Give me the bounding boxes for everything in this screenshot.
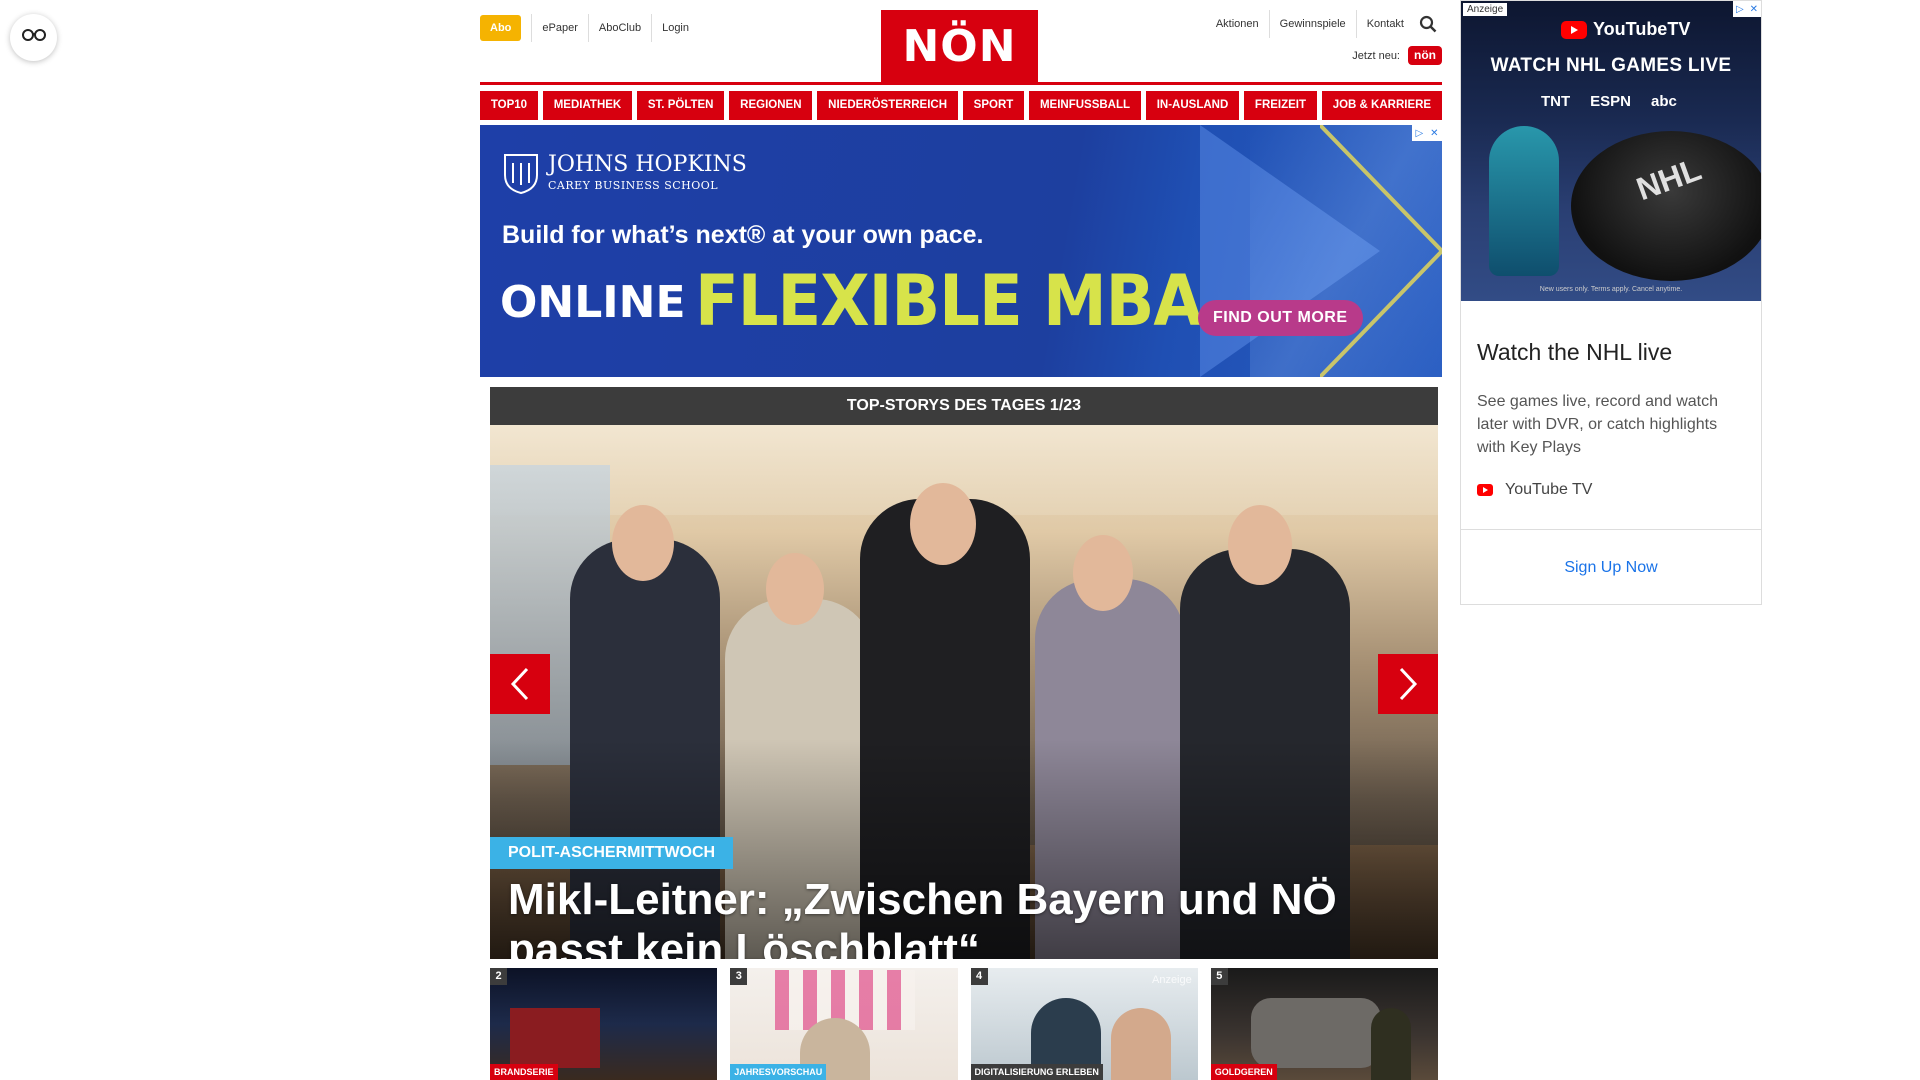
network-logos: TNT ESPN abc <box>1541 93 1677 110</box>
chevron-right-icon <box>1399 667 1418 701</box>
youtube-icon <box>1477 484 1493 496</box>
header-divider <box>480 82 1442 85</box>
carousel-next-button[interactable] <box>1378 654 1438 714</box>
adchoices-icon[interactable]: ▷ ✕ <box>1733 1 1761 17</box>
ad-close-icon[interactable]: ✕ <box>1750 4 1758 15</box>
ad-chevron-decoration <box>1320 125 1442 377</box>
top-stories-header: TOP-STORYS DES TAGES 1/23 <box>490 387 1438 425</box>
ad-close-icon[interactable]: ✕ <box>1430 128 1438 139</box>
ad-online: ONLINE <box>500 277 686 328</box>
nav-item-regionen[interactable]: REGIONEN <box>729 91 813 120</box>
sidebar-ad-headline: WATCH NHL GAMES LIVE <box>1490 55 1732 76</box>
ad-brand-name: JOHNS HOPKINS <box>548 152 747 177</box>
jetzt-neu-badge[interactable]: nön <box>1408 46 1442 65</box>
epaper-link[interactable]: ePaper <box>531 14 587 42</box>
sidebar-ad-brand: YouTube TV <box>1461 459 1761 499</box>
top-stories: TOP-STORYS DES TAGES 1/23 POLIT-ASCHERMI… <box>490 387 1438 959</box>
story-thumbnails: 2 BRANDSERIE 3 JAHRESVORSCHAU 4 Anzeige … <box>490 968 1438 1080</box>
thumbnail-story[interactable]: 3 JAHRESVORSCHAU <box>730 968 958 1080</box>
sidebar-ad-description: See games live, record and watch later w… <box>1477 393 1719 456</box>
fine-print: New users only. Terms apply. Cancel anyt… <box>1539 286 1683 293</box>
aboclub-link[interactable]: AboClub <box>587 14 651 42</box>
jetzt-neu: Jetzt neu: nön <box>1352 46 1442 65</box>
thumbnail-tag: JAHRESVORSCHAU <box>730 1064 827 1080</box>
youtube-play-icon <box>1561 20 1587 39</box>
thumbnail-number: 4 <box>970 968 988 985</box>
shield-icon <box>504 154 538 195</box>
top-nav-right: Aktionen Gewinnspiele Kontakt <box>1206 10 1442 38</box>
header: Abo ePaper AboClub Login NÖN Aktionen Ge… <box>480 0 1442 83</box>
nav-item-freizeit[interactable]: FREIZEIT <box>1244 91 1317 120</box>
ad-brand-sub: CAREY BUSINESS SCHOOL <box>548 179 719 192</box>
nav-item-st-poelten[interactable]: ST. PÖLTEN <box>637 91 725 120</box>
abc-logo: abc <box>1651 93 1677 110</box>
gewinnspiele-link[interactable]: Gewinnspiele <box>1268 10 1356 38</box>
top-nav-left: Abo ePaper AboClub Login <box>480 14 699 42</box>
photo-person-head <box>1073 535 1133 611</box>
kontakt-link[interactable]: Kontakt <box>1355 10 1414 38</box>
abo-button[interactable]: Abo <box>480 15 522 41</box>
thumbnail-story[interactable]: 2 BRANDSERIE <box>490 968 718 1080</box>
site-logo[interactable]: NÖN <box>881 10 1038 83</box>
carousel-prev-button[interactable] <box>490 654 550 714</box>
nav-item-niederoesterreich[interactable]: NIEDERÖSTERREICH <box>817 91 958 120</box>
ad-flexible-mba: FLEXIBLE MBA <box>695 261 1203 343</box>
sidebar-ad-title[interactable]: Watch the NHL live <box>1461 301 1761 366</box>
login-link[interactable]: Login <box>651 14 699 42</box>
photo-person-head <box>1228 505 1292 585</box>
photo-firetruck <box>510 1008 600 1068</box>
nav-item-sport[interactable]: SPORT <box>962 91 1025 120</box>
thumbnail-ad-label: Anzeige <box>1151 974 1192 986</box>
jetzt-neu-label: Jetzt neu: <box>1352 49 1400 62</box>
thumbnail-story[interactable]: 5 GOLDGEREN <box>1210 968 1438 1080</box>
youtube-tv-logo: YouTubeTV <box>1561 19 1690 40</box>
sidebar-ad-image[interactable]: Anzeige ▷ ✕ YouTubeTV WATCH NHL GAMES LIV… <box>1461 1 1761 301</box>
photo-person-head <box>612 505 674 581</box>
hockey-player-image <box>1489 126 1559 276</box>
thumbnail-number: 5 <box>1210 968 1228 985</box>
glasses-icon <box>21 28 46 47</box>
thumbnail-story[interactable]: 4 Anzeige DIGITALISIERUNG ERLEBEN <box>970 968 1198 1080</box>
chevron-left-icon <box>510 667 529 701</box>
top-story-title[interactable]: Mikl-Leitner: „Zwischen Bayern und NÖ pa… <box>508 875 1408 959</box>
main-nav: TOP10 MEDIATHEK ST. PÖLTEN REGIONEN NIED… <box>480 91 1442 120</box>
hockey-puck-image <box>1571 131 1761 281</box>
aktionen-link[interactable]: Aktionen <box>1206 10 1269 38</box>
top-story-image[interactable]: POLIT-ASCHERMITTWOCH Mikl-Leitner: „Zwis… <box>490 425 1438 959</box>
thumbnail-number: 3 <box>730 968 748 985</box>
divider <box>1461 529 1761 530</box>
thumbnail-tag: GOLDGEREN <box>1210 1064 1277 1080</box>
search-icon[interactable] <box>1414 10 1442 38</box>
photo-person-head <box>910 483 976 565</box>
ad-headline: Build for what’s next® at your own pace. <box>502 221 984 249</box>
nav-item-top10[interactable]: TOP10 <box>480 91 538 120</box>
nav-item-meinfussball[interactable]: MEINFUSSBALL <box>1029 91 1141 120</box>
youtube-tv-brand: YouTubeTV <box>1593 19 1691 39</box>
thumbnail-tag: DIGITALISIERUNG ERLEBEN <box>970 1064 1103 1080</box>
photo-person <box>1110 1008 1171 1080</box>
ad-brand-logo: JOHNS HOPKINS CAREY BUSINESS SCHOOL <box>502 151 747 195</box>
nav-item-mediathek[interactable]: MEDIATHEK <box>542 91 633 120</box>
page-container: Abo ePaper AboClub Login NÖN Aktionen Ge… <box>480 0 1442 1080</box>
adchoices-play-icon: ▷ <box>1735 3 1744 15</box>
espn-logo: ESPN <box>1590 93 1632 110</box>
reader-mode-button[interactable] <box>10 14 57 61</box>
thumbnail-tag: BRANDSERIE <box>490 1064 558 1080</box>
ad-find-out-more-button[interactable]: FIND OUT MORE <box>1198 300 1363 336</box>
tnt-logo: TNT <box>1541 93 1571 110</box>
sidebar-ad: Anzeige ▷ ✕ YouTubeTV WATCH NHL GAMES LIV… <box>1460 0 1762 605</box>
photo-wrecked-car <box>1250 998 1381 1068</box>
photo-firefighter <box>1370 1008 1411 1080</box>
nav-item-job-karriere[interactable]: JOB & KARRIERE <box>1321 91 1442 120</box>
sidebar-ad-brand-name: YouTube TV <box>1505 481 1593 498</box>
banner-ad[interactable]: JOHNS HOPKINS CAREY BUSINESS SCHOOL Buil… <box>480 125 1442 377</box>
anzeige-label: Anzeige <box>1463 3 1508 16</box>
sign-up-now-button[interactable]: Sign Up Now <box>1461 559 1761 577</box>
adchoices-icon[interactable]: ▷ ✕ <box>1412 125 1442 141</box>
top-story-kicker[interactable]: POLIT-ASCHERMITTWOCH <box>490 837 734 869</box>
thumbnail-number: 2 <box>490 968 507 985</box>
photo-person-head <box>766 553 824 625</box>
adchoices-play-icon: ▷ <box>1415 127 1424 139</box>
nav-item-in-ausland[interactable]: IN-AUSLAND <box>1145 91 1240 120</box>
